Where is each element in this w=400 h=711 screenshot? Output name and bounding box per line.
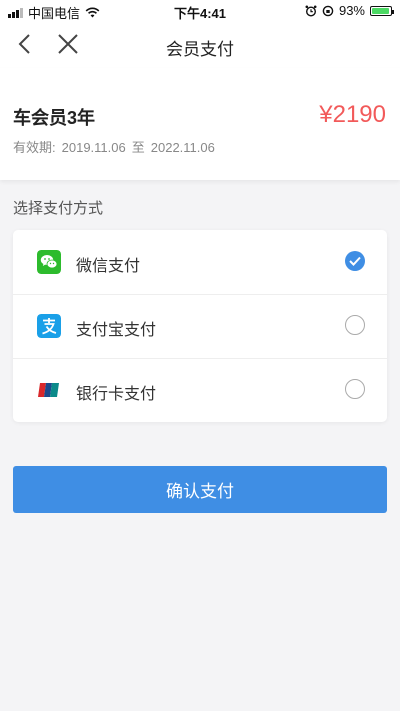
- radio-unselected-icon[interactable]: [345, 315, 365, 335]
- payment-methods-list: 微信支付 支付宝支付 银行卡支付: [13, 230, 387, 422]
- payment-method-label: 微信支付: [76, 258, 141, 275]
- battery-percent: 93%: [338, 3, 365, 18]
- validity-period: 有效期: 2019.11.06 至 2022.11.06: [13, 137, 221, 156]
- payment-section-label: 选择支付方式: [13, 200, 104, 217]
- validity-start-date: 2019.11.06: [61, 140, 126, 155]
- battery-icon: [370, 5, 394, 16]
- alarm-icon: [305, 5, 317, 17]
- radio-unselected-icon[interactable]: [345, 379, 365, 399]
- unionpay-icon: [38, 383, 59, 397]
- status-right: 93%: [305, 3, 394, 18]
- validity-end-date: 2022.11.06: [150, 140, 215, 155]
- validity-to-text: 至: [131, 140, 145, 155]
- orientation-lock-icon: [322, 5, 334, 16]
- product-price: ¥2190: [319, 101, 386, 128]
- page-title: 会员支付: [166, 40, 234, 59]
- payment-method-bankcard[interactable]: 银行卡支付: [13, 358, 387, 422]
- wechat-icon: [37, 250, 61, 274]
- payment-method-label: 银行卡支付: [76, 386, 157, 403]
- payment-method-alipay[interactable]: 支付宝支付: [13, 294, 387, 358]
- alipay-icon: [37, 314, 61, 338]
- radio-selected-icon[interactable]: [345, 251, 365, 271]
- validity-label: 有效期:: [13, 140, 56, 155]
- confirm-payment-button[interactable]: 确认支付: [13, 466, 387, 513]
- status-bar: 中国电信 下午4:41 93%: [0, 0, 400, 22]
- order-summary: 车会员3年 ¥2190 有效期: 2019.11.06 至 2022.11.06: [0, 68, 400, 180]
- payment-method-label: 支付宝支付: [76, 322, 157, 339]
- nav-bar: 会员支付: [0, 22, 400, 68]
- payment-method-wechat[interactable]: 微信支付: [13, 230, 387, 294]
- product-name: 车会员3年: [13, 108, 96, 128]
